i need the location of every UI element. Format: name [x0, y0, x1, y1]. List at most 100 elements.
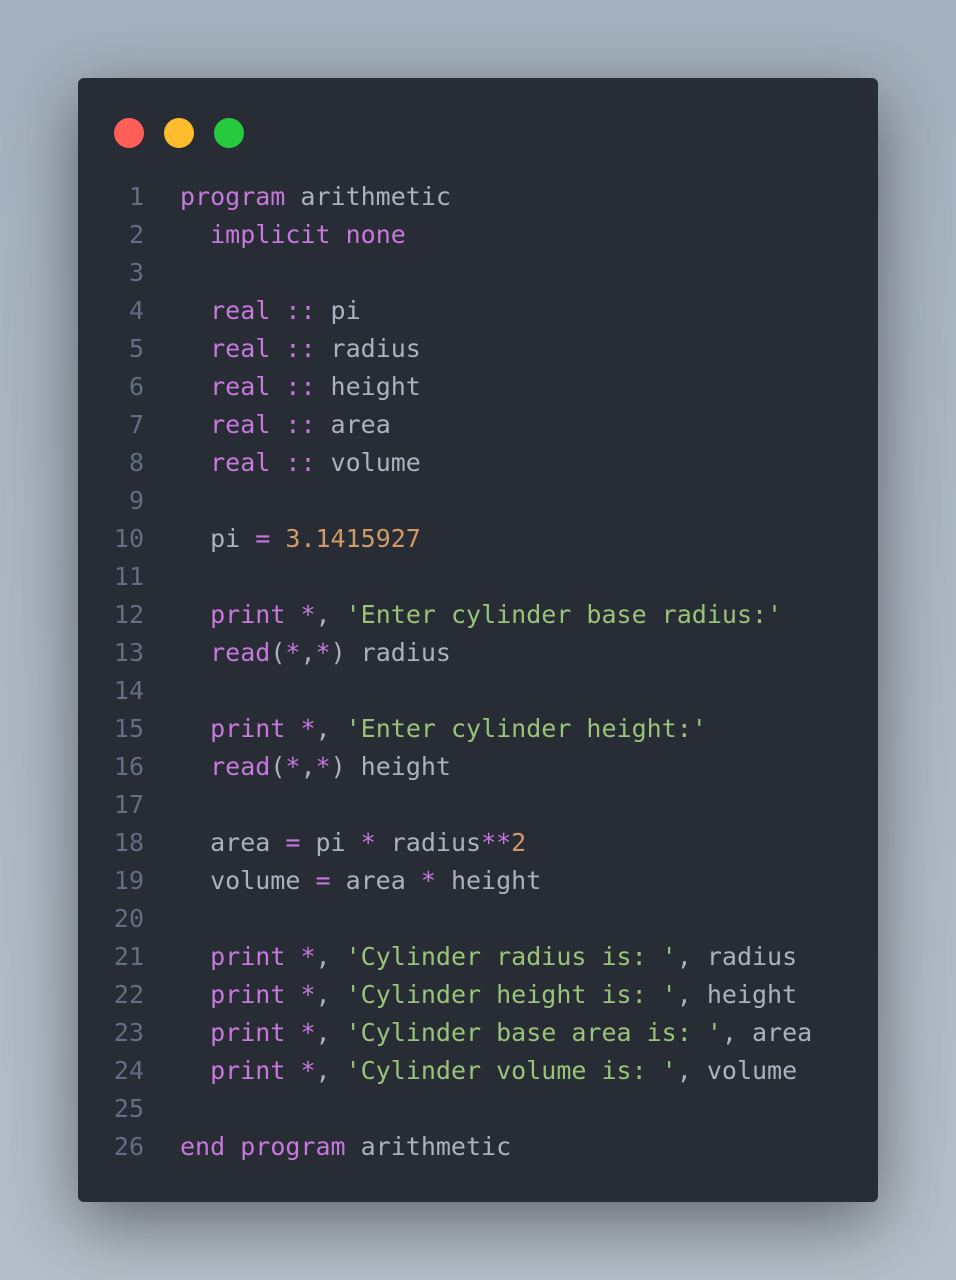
line-number: 23: [113, 1018, 144, 1047]
code-token-op: *: [285, 638, 301, 667]
line-number: 17: [113, 790, 144, 819]
close-dot-icon[interactable]: [114, 118, 144, 148]
code-token-keyword: none: [345, 220, 406, 249]
code-line: 9: [78, 482, 878, 520]
code-token-keyword: real: [210, 372, 271, 401]
maximize-dot-icon[interactable]: [214, 118, 244, 148]
line-number: 18: [113, 828, 144, 857]
code-token-plain: radius: [315, 334, 421, 363]
code-token-plain: volume: [315, 448, 421, 477]
code-token-plain: , area: [721, 1018, 813, 1047]
code-line: 14: [78, 672, 878, 710]
code-token-plain: ,: [300, 638, 316, 667]
code-token-op: *: [315, 638, 331, 667]
line-number: 13: [113, 638, 144, 667]
code-line: 2 implicit none: [78, 216, 878, 254]
line-number: 8: [128, 448, 144, 477]
code-token-op: ::: [285, 296, 316, 325]
line-number: 20: [113, 904, 144, 933]
code-token-plain: ,: [315, 1056, 346, 1085]
line-number: 1: [128, 182, 144, 211]
code-token-op: ::: [285, 334, 316, 363]
code-line: 19 volume = area * height: [78, 862, 878, 900]
line-number: 6: [128, 372, 144, 401]
code-token-string: 'Cylinder height is: ': [345, 980, 677, 1009]
code-token-plain: height: [315, 372, 421, 401]
line-source: real :: height: [180, 368, 421, 406]
code-line: 23 print *, 'Cylinder base area is: ', a…: [78, 1014, 878, 1052]
code-line: 26 end program arithmetic: [78, 1128, 878, 1166]
line-source: program arithmetic: [180, 178, 451, 216]
code-token-op: ::: [285, 448, 316, 477]
line-number: 25: [113, 1094, 144, 1123]
code-line: 17: [78, 786, 878, 824]
code-line: 13 read(*,*) radius: [78, 634, 878, 672]
code-line: 1 program arithmetic: [78, 178, 878, 216]
code-token-op: ::: [285, 372, 316, 401]
line-source: pi = 3.1415927: [180, 520, 421, 558]
line-number: 15: [113, 714, 144, 743]
code-line: 12 print *, 'Enter cylinder base radius:…: [78, 596, 878, 634]
line-number: 7: [128, 410, 144, 439]
code-line: 22 print *, 'Cylinder height is: ', heig…: [78, 976, 878, 1014]
line-source: end program arithmetic: [180, 1128, 511, 1166]
code-line: 4 real :: pi: [78, 292, 878, 330]
line-source: read(*,*) radius: [180, 634, 451, 672]
code-token-keyword: read: [210, 752, 271, 781]
code-token-op: **: [481, 828, 512, 857]
code-token-plain: arithmetic: [345, 1132, 512, 1161]
code-token-number: 2: [511, 828, 527, 857]
code-token-keyword: print: [210, 1056, 286, 1085]
code-token-string: 'Cylinder base area is: ': [345, 1018, 722, 1047]
line-number: 2: [128, 220, 144, 249]
line-source: real :: pi: [180, 292, 361, 330]
code-token-number: 3.1415927: [285, 524, 421, 553]
line-source: real :: volume: [180, 444, 421, 482]
line-source: print *, 'Cylinder volume is: ', volume: [180, 1052, 797, 1090]
line-source: print *, 'Cylinder radius is: ', radius: [180, 938, 797, 976]
line-number: 24: [113, 1056, 144, 1085]
code-token-keyword: real: [210, 448, 271, 477]
code-line: 6 real :: height: [78, 368, 878, 406]
code-token-plain: radius: [375, 828, 482, 857]
line-number: 3: [128, 258, 144, 287]
line-number: 21: [113, 942, 144, 971]
code-token-plain: , height: [676, 980, 798, 1009]
code-line: 11: [78, 558, 878, 596]
code-token-op: =: [285, 828, 301, 857]
code-token-keyword: print: [210, 714, 286, 743]
line-source: area = pi * radius**2: [180, 824, 526, 862]
code-token-plain: ) height: [330, 752, 451, 781]
line-source: volume = area * height: [180, 862, 541, 900]
code-token-keyword: program: [180, 182, 286, 211]
minimize-dot-icon[interactable]: [164, 118, 194, 148]
code-token-plain: , volume: [676, 1056, 798, 1085]
code-line: 7 real :: area: [78, 406, 878, 444]
code-line: 3: [78, 254, 878, 292]
code-token-keyword: end: [180, 1132, 226, 1161]
code-token-plain: height: [435, 866, 542, 895]
line-number: 9: [128, 486, 144, 515]
line-number: 19: [113, 866, 144, 895]
line-source: implicit none: [180, 216, 406, 254]
line-source: print *, 'Cylinder height is: ', height: [180, 976, 797, 1014]
code-token-plain: arithmetic: [285, 182, 451, 211]
line-number: 5: [128, 334, 144, 363]
code-token-op: *: [285, 752, 301, 781]
